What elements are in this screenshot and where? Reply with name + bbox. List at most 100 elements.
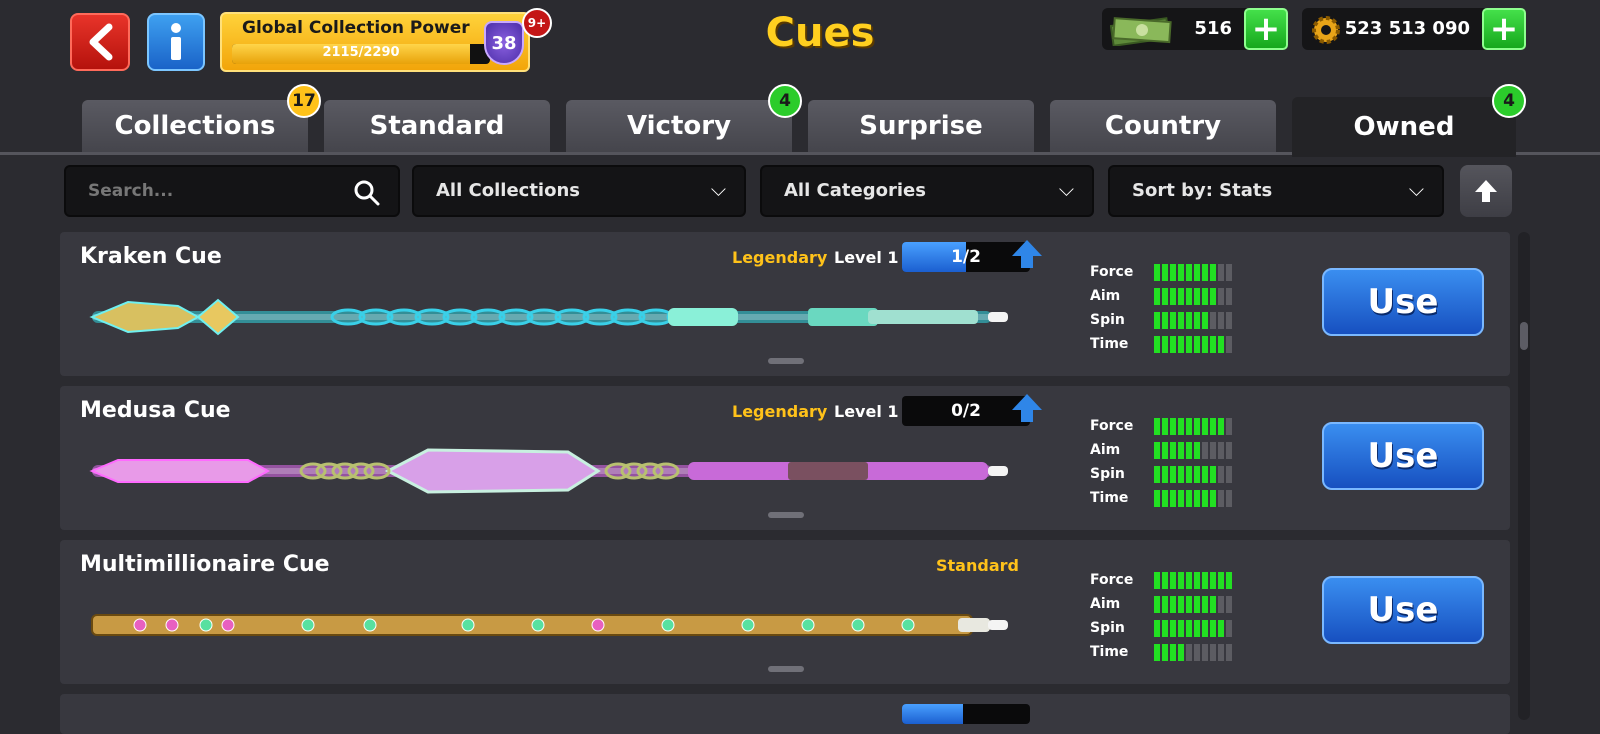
stat-segment <box>1202 643 1208 661</box>
info-button[interactable] <box>147 13 205 71</box>
tab-collections[interactable]: Collections 17 <box>82 84 321 152</box>
stat-segment <box>1186 595 1192 613</box>
stat-segment <box>1194 441 1200 459</box>
stat-segment <box>1186 619 1192 637</box>
cue-ferrule <box>958 618 990 632</box>
stat-label: Aim <box>1090 442 1121 458</box>
stat-segment <box>1202 441 1208 459</box>
sort-dropdown-value: Sort by: Stats <box>1132 180 1273 201</box>
tab-owned[interactable]: Owned 4 <box>1292 84 1526 157</box>
back-button[interactable] <box>70 13 130 71</box>
cue-gem <box>851 618 865 632</box>
scrollbar-thumb[interactable] <box>1520 322 1528 350</box>
stat-segment <box>1194 311 1200 329</box>
add-coins-button[interactable]: + <box>1482 8 1526 50</box>
cue-level-progress: 0/2 <box>902 396 1030 426</box>
stat-segment <box>1170 643 1176 661</box>
search-input[interactable]: Search... <box>64 165 400 217</box>
cue-rarity: Legendary <box>732 248 828 267</box>
use-cue-button[interactable]: Use <box>1322 576 1484 644</box>
stat-segment <box>1170 311 1176 329</box>
cue-level-progress-text: 0/2 <box>951 401 981 421</box>
cue-name: Kraken Cue <box>80 244 222 269</box>
cue-card[interactable]: Medusa Cue Legendary Level 1 0/2 Force Ai… <box>60 386 1510 530</box>
stat-segment <box>1226 335 1232 353</box>
stat-segment <box>1202 489 1208 507</box>
stat-label: Aim <box>1090 288 1121 304</box>
cue-stats: Force Aim Spin Time <box>1090 414 1234 510</box>
use-cue-button[interactable]: Use <box>1322 268 1484 336</box>
stat-row-aim: Aim <box>1090 592 1234 616</box>
tab-victory[interactable]: Victory 4 <box>566 84 802 152</box>
tab-collections-badge: 17 <box>287 84 321 118</box>
stat-segment <box>1194 287 1200 305</box>
tab-surprise-label: Surprise <box>859 111 983 141</box>
stat-segment <box>1210 311 1216 329</box>
tab-owned-badge: 4 <box>1492 84 1526 118</box>
stat-segment <box>1178 571 1184 589</box>
cue-gem <box>199 618 213 632</box>
cue-gem <box>301 618 315 632</box>
stat-segment <box>1194 595 1200 613</box>
stat-segment <box>1154 287 1160 305</box>
stat-label: Force <box>1090 264 1134 280</box>
drag-handle[interactable] <box>768 358 804 364</box>
cue-card[interactable]: Kraken Cue Legendary Level 1 1/2 Force Ai… <box>60 232 1510 376</box>
drag-handle[interactable] <box>768 666 804 672</box>
stat-segment <box>1154 441 1160 459</box>
cue-level: Level 1 <box>834 402 899 421</box>
stat-segment <box>1162 417 1168 435</box>
tab-surprise[interactable]: Surprise <box>808 100 1034 152</box>
add-cash-button[interactable]: + <box>1244 8 1288 50</box>
chevron-down-icon: ⌵ <box>1058 177 1074 201</box>
stat-segment <box>1210 595 1216 613</box>
cue-gem <box>363 618 377 632</box>
global-collection-power[interactable]: Global Collection Power 2115/2290 38 9+ <box>220 8 552 72</box>
cue-card[interactable] <box>60 694 1510 734</box>
stat-segment <box>1178 489 1184 507</box>
sort-direction-button[interactable] <box>1460 165 1512 217</box>
scrollbar-track[interactable] <box>1518 232 1530 720</box>
stat-segment <box>1186 441 1192 459</box>
tab-standard[interactable]: Standard <box>324 100 550 152</box>
stat-segment <box>1162 287 1168 305</box>
sort-dropdown[interactable]: Sort by: Stats ⌵ <box>1108 165 1444 217</box>
stat-label: Time <box>1090 336 1129 352</box>
cue-ring <box>668 308 738 326</box>
category-dropdown-value: All Categories <box>784 180 926 201</box>
stat-segment <box>1210 417 1216 435</box>
stat-segment <box>1226 465 1232 483</box>
stat-label: Aim <box>1090 596 1121 612</box>
stat-segment <box>1218 441 1224 459</box>
stat-segment <box>1218 263 1224 281</box>
stat-segment <box>1162 311 1168 329</box>
stat-label: Time <box>1090 644 1129 660</box>
stat-segment <box>1194 335 1200 353</box>
stat-segment <box>1226 489 1232 507</box>
cue-tip <box>988 312 1008 322</box>
cue-tip <box>988 466 1008 476</box>
collection-dropdown[interactable]: All Collections ⌵ <box>412 165 746 217</box>
tab-country[interactable]: Country <box>1050 100 1276 152</box>
stat-segment <box>1170 287 1176 305</box>
stat-segment <box>1210 335 1216 353</box>
stat-segment <box>1226 643 1232 661</box>
stat-segment <box>1186 311 1192 329</box>
stat-segment <box>1194 619 1200 637</box>
stat-segment <box>1226 417 1232 435</box>
stat-segment <box>1170 571 1176 589</box>
stat-segment <box>1210 643 1216 661</box>
stat-segment <box>1186 287 1192 305</box>
tab-collections-label: Collections <box>114 111 276 141</box>
cue-gem <box>901 618 915 632</box>
category-dropdown[interactable]: All Categories ⌵ <box>760 165 1094 217</box>
coins-counter: 523 513 090 + <box>1302 8 1526 50</box>
stat-segment <box>1154 311 1160 329</box>
stat-segment <box>1170 465 1176 483</box>
cue-tip <box>988 620 1008 630</box>
cue-card[interactable]: Multimillionaire Cue Standard Force Aim Sp… <box>60 540 1510 684</box>
stat-segment <box>1218 287 1224 305</box>
use-cue-button[interactable]: Use <box>1322 422 1484 490</box>
tab-victory-badge: 4 <box>768 84 802 118</box>
drag-handle[interactable] <box>768 512 804 518</box>
